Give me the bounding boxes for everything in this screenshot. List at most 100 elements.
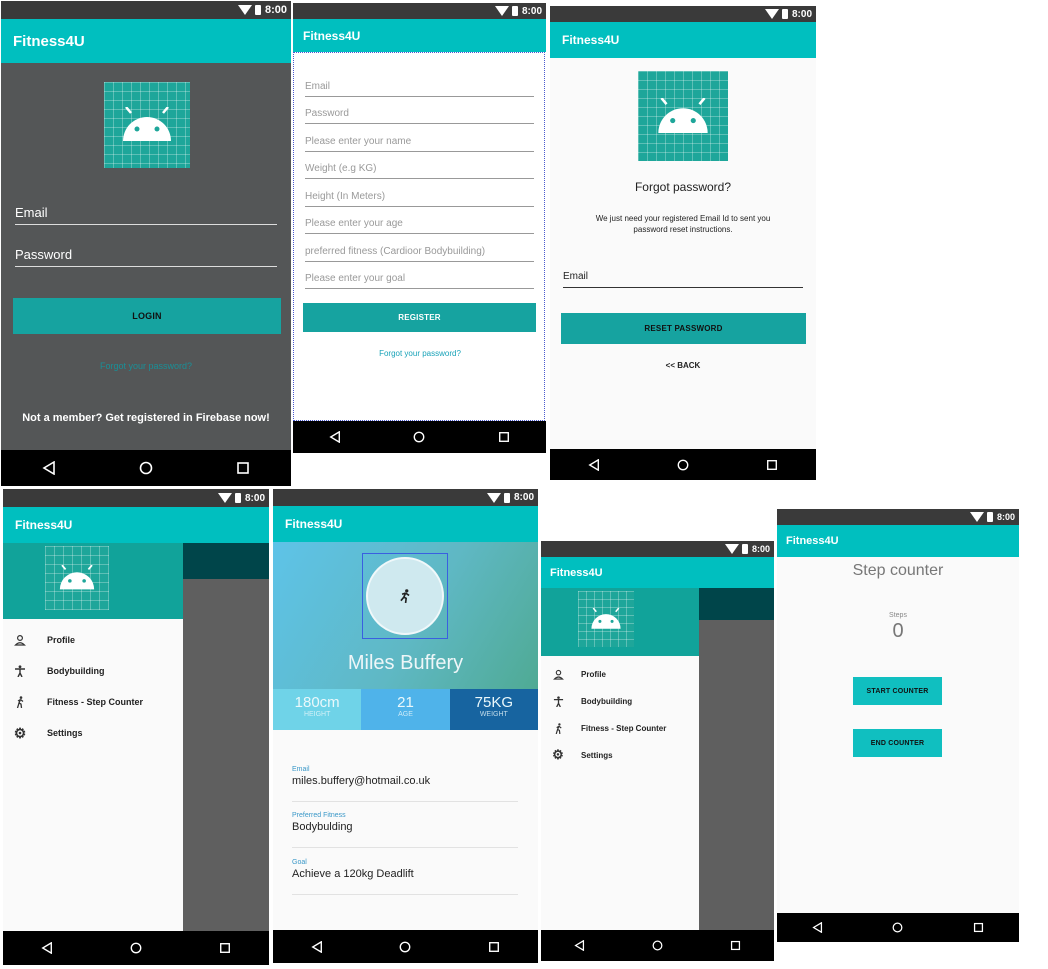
back-icon[interactable]	[42, 461, 56, 475]
app-logo	[45, 546, 109, 610]
nav-bar	[550, 449, 816, 480]
drawer-item-settings[interactable]: ⚙ Settings	[13, 725, 83, 741]
register-field[interactable]: Please enter your name	[305, 136, 534, 152]
register-field[interactable]: Height (In Meters)	[305, 191, 534, 207]
drawer-header	[541, 588, 699, 656]
register-field[interactable]: Email	[305, 81, 534, 97]
status-time: 8:00	[751, 544, 770, 554]
drawer-item-bodybuilding[interactable]: Bodybuilding	[551, 694, 632, 708]
register-prompt[interactable]: Not a member? Get registered in Firebase…	[1, 412, 291, 424]
drawer-item-step-counter[interactable]: Fitness - Step Counter	[551, 721, 666, 735]
running-icon	[400, 589, 410, 603]
register-field-placeholder: Please enter your name	[305, 136, 412, 147]
back-icon[interactable]	[588, 458, 600, 471]
status-time: 8:00	[264, 4, 287, 16]
drawer-item-label: Settings	[581, 750, 613, 760]
battery-icon	[986, 512, 993, 522]
drawer-item-profile[interactable]: Profile	[13, 633, 75, 647]
status-time: 8:00	[996, 512, 1015, 522]
walking-icon	[13, 695, 27, 709]
walking-icon	[551, 721, 565, 735]
home-icon[interactable]	[139, 461, 153, 475]
app-bar: Fitness4U	[541, 557, 774, 588]
email-label: Email	[563, 271, 589, 282]
forgot-password-link[interactable]: Forgot your password?	[294, 349, 546, 358]
start-counter-button[interactable]: START COUNTER	[853, 677, 942, 705]
app-title: Fitness4U	[13, 32, 85, 50]
status-time: 8:00	[521, 5, 542, 17]
nav-bar	[293, 421, 546, 453]
battery-icon	[254, 5, 261, 15]
register-field-placeholder: Please enter your goal	[305, 273, 406, 284]
back-link[interactable]: << BACK	[550, 361, 816, 370]
recent-apps-icon[interactable]	[973, 922, 984, 933]
home-icon[interactable]	[399, 941, 411, 953]
wifi-icon	[237, 5, 252, 15]
end-counter-button[interactable]: END COUNTER	[853, 729, 942, 757]
back-icon[interactable]	[311, 940, 323, 953]
recent-apps-icon[interactable]	[488, 941, 500, 953]
back-icon[interactable]	[41, 942, 53, 954]
drawer-item-label: Bodybuilding	[47, 666, 105, 676]
back-icon[interactable]	[574, 940, 585, 951]
recent-apps-icon[interactable]	[219, 942, 231, 954]
app-title: Fitness4U	[550, 566, 603, 579]
forgot-heading: Forgot password?	[634, 180, 732, 194]
status-bar: 8:00	[541, 541, 774, 557]
home-icon[interactable]	[892, 922, 903, 933]
status-bar: 8:00	[293, 3, 546, 19]
accessibility-icon	[551, 694, 565, 708]
drawer-item-settings[interactable]: ⚙ Settings	[551, 747, 613, 762]
status-bar: 8:00	[777, 509, 1019, 525]
email-field[interactable]: Email	[563, 271, 803, 288]
password-field[interactable]: Password	[15, 247, 277, 267]
nav-bar	[1, 450, 291, 486]
wifi-icon	[724, 544, 739, 554]
avatar[interactable]	[366, 557, 444, 635]
recent-apps-icon[interactable]	[498, 431, 510, 443]
wifi-icon	[494, 6, 509, 16]
register-button[interactable]: REGISTER	[303, 303, 536, 332]
recent-apps-icon[interactable]	[730, 940, 741, 951]
recent-apps-icon[interactable]	[236, 461, 250, 475]
register-field-placeholder: preferred fitness (Cardioor Bodybuilding…	[305, 246, 486, 257]
status-bar: 8:00	[3, 489, 269, 507]
home-icon[interactable]	[652, 940, 663, 951]
drawer-item-label: Bodybuilding	[581, 696, 633, 706]
app-title: Fitness4U	[285, 517, 343, 531]
nav-bar	[273, 930, 538, 963]
drawer-item-step-counter[interactable]: Fitness - Step Counter	[13, 695, 143, 709]
detail-value: miles.buffery@hotmail.co.uk	[292, 775, 431, 787]
home-icon[interactable]	[130, 942, 142, 954]
email-field[interactable]: Email	[15, 205, 277, 225]
home-icon[interactable]	[677, 459, 689, 471]
register-field[interactable]: Password	[305, 108, 534, 124]
drawer-item-label: Fitness - Step Counter	[47, 697, 144, 707]
drawer-item-profile[interactable]: Profile	[551, 667, 606, 681]
profile-header: Miles Buffery	[273, 542, 538, 689]
register-field[interactable]: preferred fitness (Cardioor Bodybuilding…	[305, 246, 534, 262]
back-icon[interactable]	[812, 922, 823, 933]
app-logo	[104, 82, 190, 168]
detail-value: Achieve a 120kg Deadlift	[292, 868, 414, 880]
register-field[interactable]: Please enter your age	[305, 218, 534, 234]
register-field[interactable]: Please enter your goal	[305, 273, 534, 289]
register-button-label: REGISTER	[398, 313, 441, 322]
recent-apps-icon[interactable]	[766, 459, 778, 471]
register-field[interactable]: Weight (e.g KG)	[305, 163, 534, 179]
forgot-password-link[interactable]: Forgot your password?	[1, 361, 291, 371]
back-icon[interactable]	[329, 431, 341, 443]
stat-height: 180cm HEIGHT	[273, 689, 362, 730]
login-button[interactable]: LOGIN	[13, 298, 281, 334]
app-bar: Fitness4U	[293, 19, 546, 52]
drawer-header	[3, 543, 183, 619]
drawer-item-label: Settings	[47, 728, 83, 738]
drawer-item-bodybuilding[interactable]: Bodybuilding	[13, 664, 105, 678]
nav-bar	[541, 930, 774, 961]
login-button-label: LOGIN	[132, 311, 162, 321]
home-icon[interactable]	[413, 431, 425, 443]
app-bar: Fitness4U	[3, 507, 269, 543]
app-logo	[638, 71, 728, 161]
gear-icon: ⚙	[552, 747, 564, 762]
reset-password-button[interactable]: RESET PASSWORD	[561, 313, 806, 344]
